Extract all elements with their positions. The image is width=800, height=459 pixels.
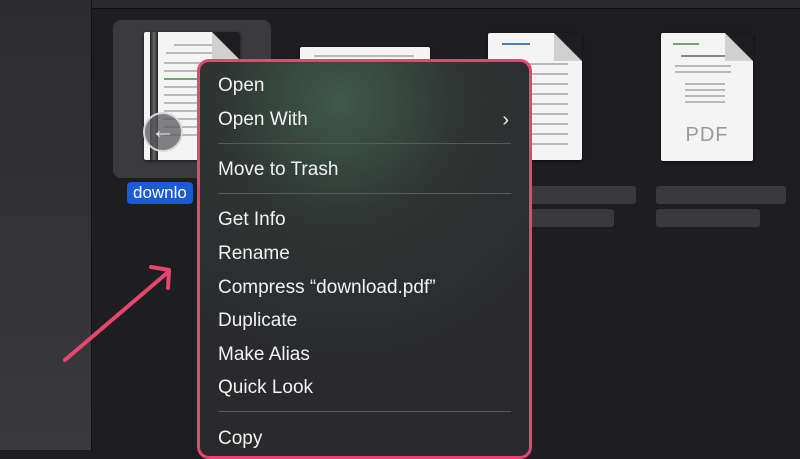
file-name-label-blurred[interactable]: [656, 209, 760, 227]
menu-item-label: Get Info: [218, 209, 286, 230]
chevron-right-icon: ›: [502, 109, 509, 131]
thumbnail-line: [314, 55, 414, 57]
menu-item-make-alias[interactable]: Make Alias: [218, 340, 511, 370]
thumbnail-line: [685, 83, 725, 85]
menu-item-label: Open With: [218, 109, 308, 130]
menu-separator: [218, 143, 511, 144]
menu-item-get-info[interactable]: Get Info: [218, 205, 511, 235]
selected-file-name[interactable]: downlo: [127, 182, 193, 204]
menu-item-open[interactable]: Open: [218, 71, 511, 101]
menu-item-label: Rename: [218, 243, 290, 264]
menu-item-label: Move to Trash: [218, 159, 339, 180]
file-name-label-blurred[interactable]: [656, 186, 786, 204]
file-name-label-blurred[interactable]: [530, 186, 636, 204]
context-menu: Open Open With › Move to Trash Get Info R…: [197, 59, 532, 459]
toolbar-edge: [92, 0, 800, 9]
menu-item-label: Copy: [218, 428, 263, 449]
menu-item-label: Compress “download.pdf”: [218, 277, 436, 298]
menu-item-compress[interactable]: Compress “download.pdf”: [218, 273, 511, 303]
thumbnail-line: [502, 43, 530, 45]
pdf-badge: PDF: [685, 124, 729, 146]
menu-separator: [218, 411, 511, 412]
page-fold-icon: [725, 33, 753, 61]
menu-item-quick-look[interactable]: Quick Look: [218, 373, 511, 403]
thumbnail-line: [681, 55, 727, 57]
thumbnail-line: [675, 65, 731, 67]
menu-item-rename[interactable]: Rename: [218, 239, 511, 269]
menu-item-label: Make Alias: [218, 344, 310, 365]
context-menu-body: Open Open With › Move to Trash Get Info R…: [200, 62, 529, 456]
thumbnail-line: [685, 101, 725, 103]
menu-item-open-with[interactable]: Open With ›: [218, 105, 511, 135]
page-fold-icon: [212, 32, 240, 60]
menu-item-label: Quick Look: [218, 377, 314, 398]
menu-item-label: Duplicate: [218, 310, 298, 331]
menu-separator: [218, 193, 511, 194]
menu-item-move-to-trash[interactable]: Move to Trash: [218, 155, 511, 185]
annotation-arrow-icon: [63, 265, 171, 362]
file-thumbnail-pdf[interactable]: PDF: [661, 33, 753, 161]
menu-item-duplicate[interactable]: Duplicate: [218, 306, 511, 336]
file-name-label-blurred[interactable]: [530, 209, 614, 227]
thumbnail-line: [685, 95, 725, 97]
finder-sidebar: [0, 0, 92, 450]
thumbnail-line: [685, 89, 725, 91]
back-arrow-icon[interactable]: ←: [143, 112, 183, 152]
thumbnail-line: [675, 71, 731, 73]
thumbnail-line: [673, 43, 699, 45]
page-fold-icon: [554, 33, 582, 61]
menu-item-label: Open: [218, 75, 265, 96]
